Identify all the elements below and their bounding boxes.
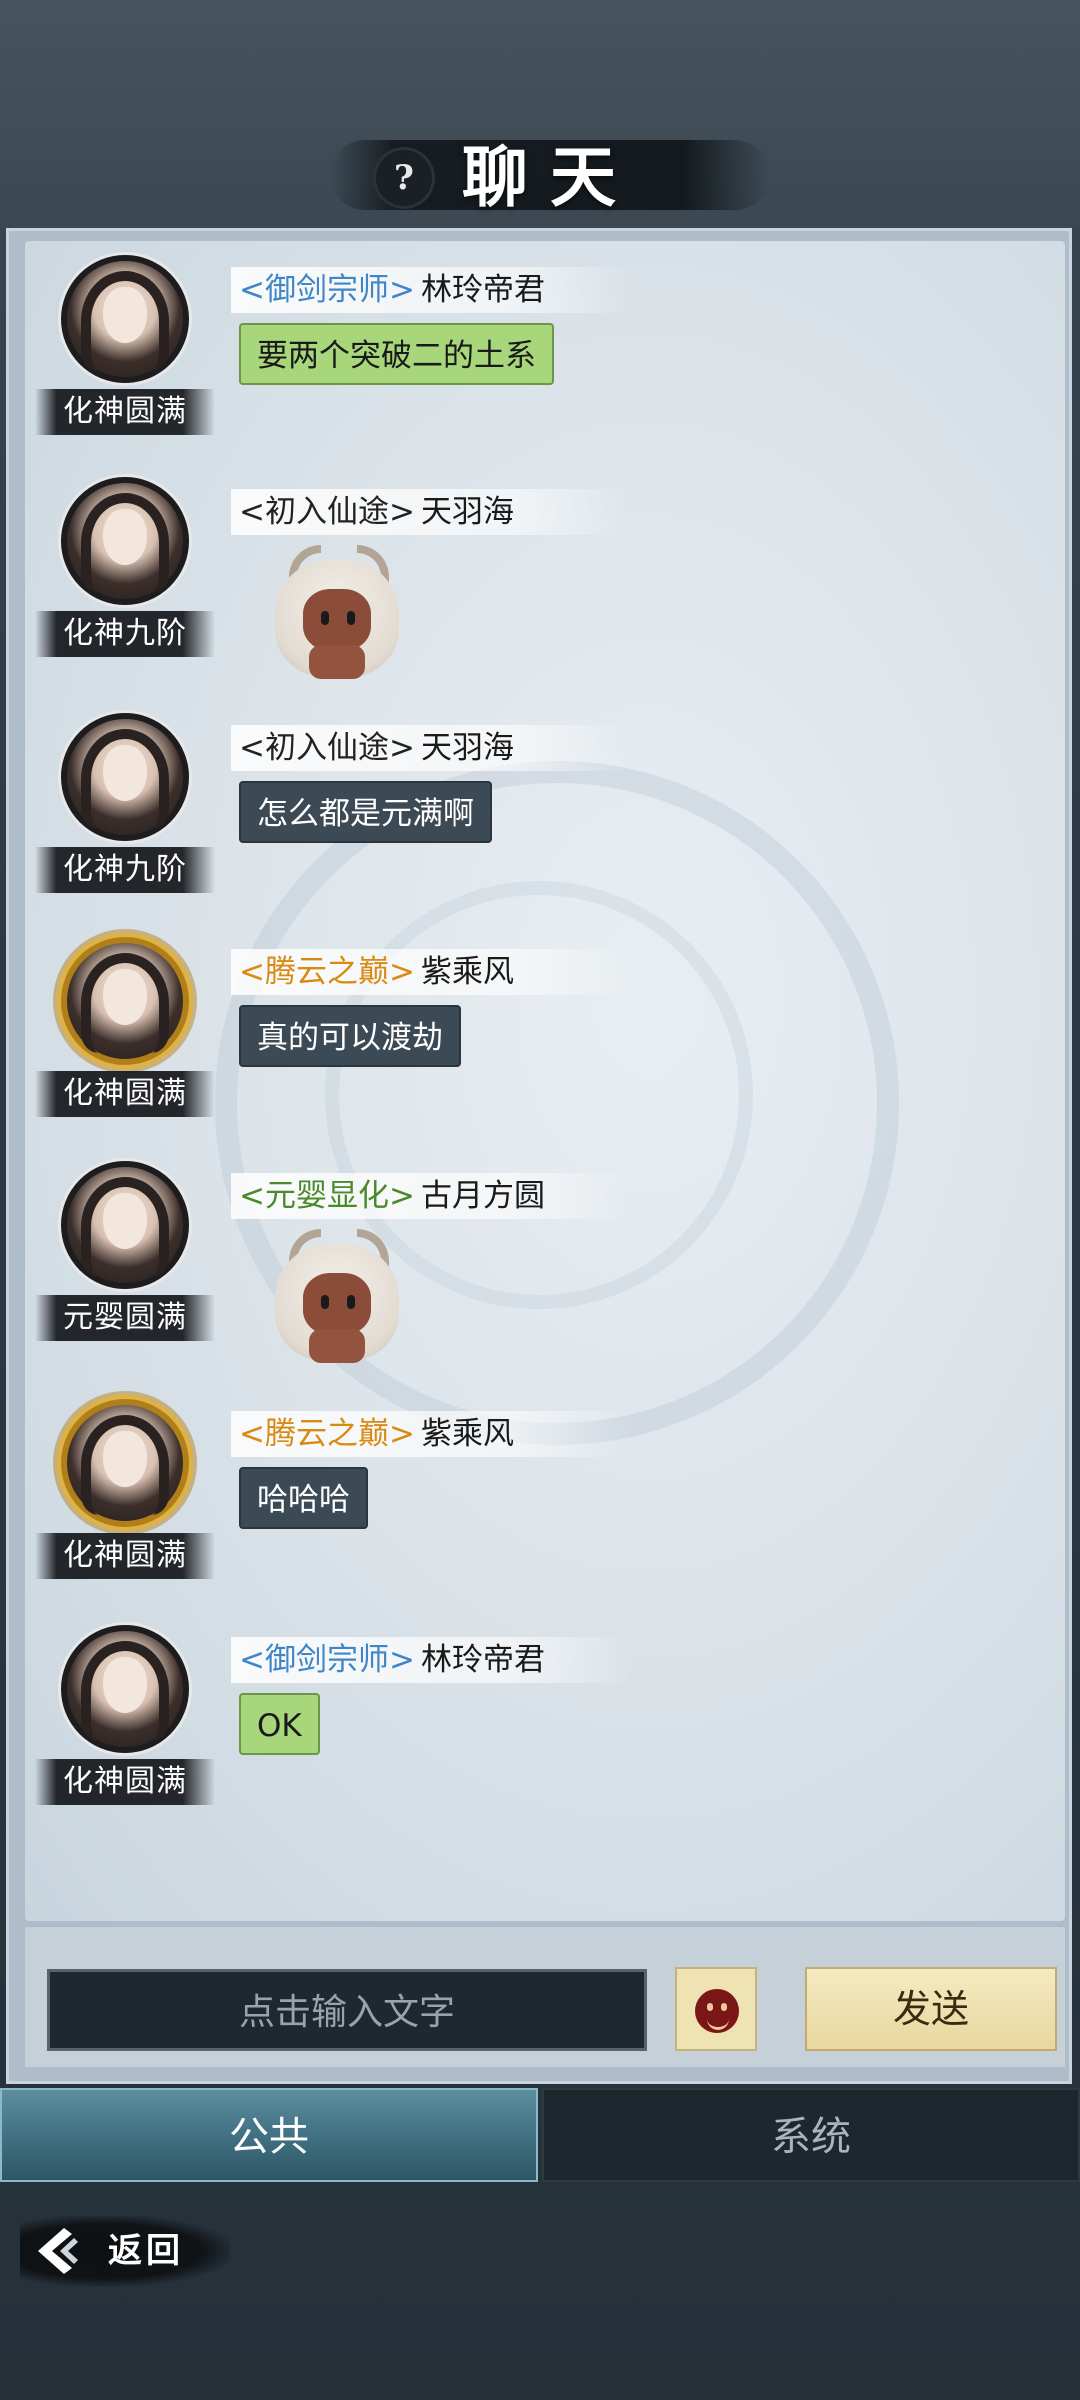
cultivation-rank: 化神九阶 [35, 847, 215, 893]
sender-row: <腾云之巅> 紫乘风 [231, 1411, 631, 1457]
send-button[interactable]: 发送 [805, 1967, 1057, 2051]
sender-row: <腾云之巅> 紫乘风 [231, 949, 631, 995]
sender-title: <初入仙途> [239, 494, 415, 530]
avatar[interactable] [61, 477, 189, 605]
avatar[interactable] [61, 713, 189, 841]
back-label: 返回 [108, 2231, 184, 2271]
chat-text-input[interactable]: 点击输入文字 [47, 1969, 647, 2051]
question-icon[interactable]: ? [376, 150, 432, 206]
chat-message-list[interactable]: 化神圆满 <御剑宗师> 林玲帝君 要两个突破二的土系 化神九阶 <初入仙途> 天羽海… [25, 241, 1065, 1921]
tab-public[interactable]: 公共 [0, 2088, 538, 2182]
sender-title: <御剑宗师> [239, 272, 415, 308]
input-bar: 点击输入文字 发送 [25, 1927, 1065, 2067]
cultivation-rank: 化神圆满 [35, 1071, 215, 1117]
cultivation-rank: 化神圆满 [35, 1759, 215, 1805]
sender-name[interactable]: 紫乘风 [421, 954, 514, 990]
sender-title: <腾云之巅> [239, 954, 415, 990]
avatar[interactable] [61, 1625, 189, 1753]
header-bar: ? 聊天 [0, 0, 1080, 228]
avatar[interactable] [61, 1161, 189, 1289]
chat-message: 化神圆满 <御剑宗师> 林玲帝君 要两个突破二的土系 [25, 249, 1065, 469]
sender-row: <御剑宗师> 林玲帝君 [231, 267, 631, 313]
sender-name[interactable]: 古月方圆 [421, 1178, 545, 1214]
cultivation-rank: 元婴圆满 [35, 1295, 215, 1341]
sender-row: <初入仙途> 天羽海 [231, 725, 631, 771]
sender-row: <初入仙途> 天羽海 [231, 489, 631, 535]
deer-plush-sticker [269, 1229, 405, 1365]
page-title: 聊天 [462, 138, 638, 216]
chat-message: 化神圆满 <腾云之巅> 紫乘风 真的可以渡劫 [25, 931, 1065, 1151]
sender-name[interactable]: 天羽海 [421, 730, 514, 766]
chat-panel: 化神圆满 <御剑宗师> 林玲帝君 要两个突破二的土系 化神九阶 <初入仙途> 天羽海… [6, 228, 1072, 2084]
sender-name[interactable]: 林玲帝君 [421, 272, 545, 308]
back-arrow-icon [38, 2228, 78, 2274]
sender-row: <御剑宗师> 林玲帝君 [231, 1637, 631, 1683]
sender-title: <元婴显化> [239, 1178, 415, 1214]
avatar[interactable] [61, 255, 189, 383]
emoji-button[interactable] [675, 1967, 757, 2051]
message-bubble: OK [239, 1693, 320, 1755]
channel-tabs: 公共 系统 [0, 2088, 1080, 2182]
message-bubble: 怎么都是元满啊 [239, 781, 492, 843]
sender-name[interactable]: 林玲帝君 [421, 1642, 545, 1678]
sender-row: <元婴显化> 古月方圆 [231, 1173, 631, 1219]
sender-title: <初入仙途> [239, 730, 415, 766]
avatar[interactable] [61, 1399, 189, 1527]
cultivation-rank: 化神九阶 [35, 611, 215, 657]
sender-name[interactable]: 天羽海 [421, 494, 514, 530]
message-bubble: 哈哈哈 [239, 1467, 368, 1529]
cultivation-rank: 化神圆满 [35, 1533, 215, 1579]
chat-message: 化神九阶 <初入仙途> 天羽海 怎么都是元满啊 [25, 707, 1065, 927]
chat-message: 元婴圆满 <元婴显化> 古月方圆 [25, 1155, 1065, 1375]
chat-message: 化神圆满 <腾云之巅> 紫乘风 哈哈哈 [25, 1393, 1065, 1613]
message-bubble: 真的可以渡劫 [239, 1005, 461, 1067]
sender-title: <御剑宗师> [239, 1642, 415, 1678]
tab-system[interactable]: 系统 [542, 2088, 1080, 2182]
chat-message: 化神九阶 <初入仙途> 天羽海 [25, 471, 1065, 691]
chat-message: 化神圆满 <御剑宗师> 林玲帝君 OK [25, 1619, 1065, 1839]
back-button[interactable]: 返回 [20, 2206, 230, 2294]
sender-title: <腾云之巅> [239, 1416, 415, 1452]
deer-plush-sticker [269, 545, 405, 681]
sender-name[interactable]: 紫乘风 [421, 1416, 514, 1452]
cultivation-rank: 化神圆满 [35, 389, 215, 435]
avatar[interactable] [61, 937, 189, 1065]
message-bubble: 要两个突破二的土系 [239, 323, 554, 385]
